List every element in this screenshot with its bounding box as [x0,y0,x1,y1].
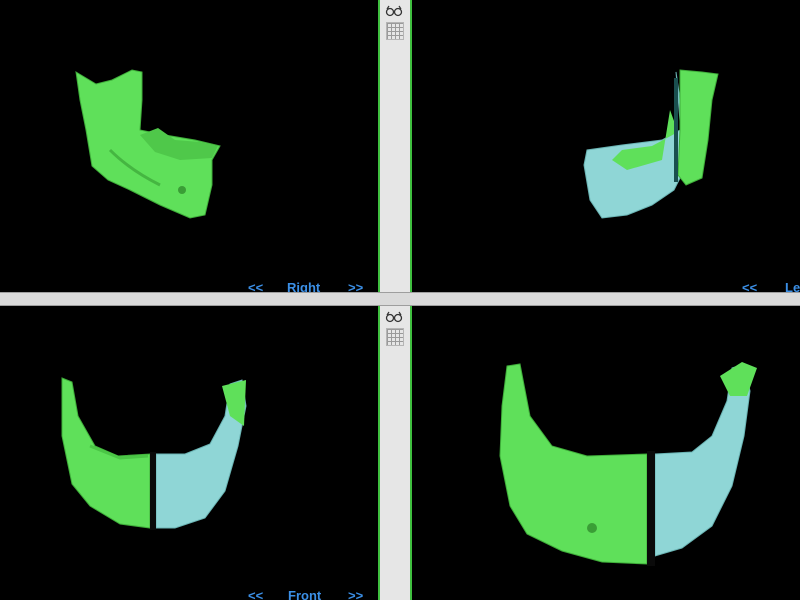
grid-icon[interactable] [386,328,404,346]
viewport-front[interactable]: << Front >> [0,306,378,600]
prev-view-button[interactable]: << [742,280,757,292]
next-view-button[interactable]: >> [348,588,363,600]
horizontal-splitter[interactable] [0,292,800,306]
mandible-model-front [61,377,247,530]
prev-view-button[interactable]: << [248,280,263,292]
mandible-model-perspective [499,362,757,566]
viewport-perspective[interactable] [412,306,800,600]
prev-view-button[interactable]: << [248,588,263,600]
viewport-right[interactable]: << Right >> [0,0,378,292]
next-view-button[interactable]: >> [348,280,363,292]
glasses-icon[interactable] [383,308,405,326]
view-label: Le [785,280,800,292]
mandible-model-left [583,69,719,219]
toolbar-top [378,0,412,292]
toolbar-bottom [378,306,412,600]
glasses-icon[interactable] [383,2,405,20]
viewport-left[interactable]: << Le [412,0,800,292]
mandible-model-right [75,69,221,219]
view-label: Front [288,588,322,600]
grid-icon[interactable] [386,22,404,40]
view-label: Right [287,280,321,292]
